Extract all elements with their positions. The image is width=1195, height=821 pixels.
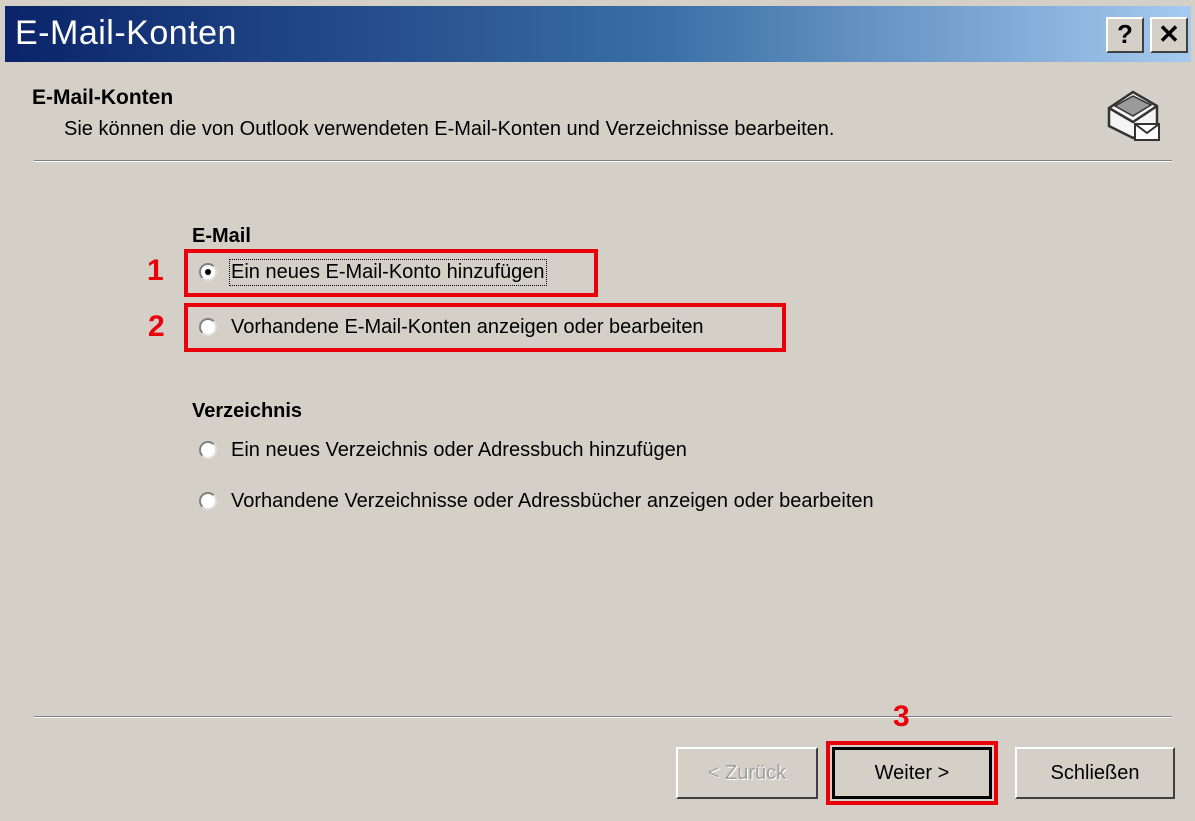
footer-separator [34,716,1172,718]
title-bar: E-Mail-Konten ? ✕ [5,6,1191,62]
radio-label: Ein neues Verzeichnis oder Adressbuch hi… [231,438,687,461]
radio-button[interactable] [199,492,217,510]
email-accounts-dialog: E-Mail-Konten ? ✕ E-Mail-Konten Sie könn… [0,0,1195,821]
email-group-label: E-Mail [192,225,251,247]
annotation-marker-3: 3 [893,700,910,733]
annotation-highlight-2 [184,303,786,352]
radio-add-directory[interactable]: Ein neues Verzeichnis oder Adressbuch hi… [199,435,687,465]
mail-envelope-icon [1107,90,1160,141]
annotation-marker-2: 2 [148,310,165,343]
header-separator [34,160,1172,162]
annotation-highlight-3 [826,741,998,805]
help-button[interactable]: ? [1106,17,1144,53]
annotation-highlight-1 [184,249,598,297]
annotation-marker-1: 1 [147,254,164,287]
radio-view-directories[interactable]: Vorhandene Verzeichnisse oder Adressbüch… [199,486,874,516]
window-title: E-Mail-Konten [15,14,237,52]
back-button[interactable]: < Zurück [676,747,818,799]
radio-button[interactable] [199,441,217,459]
directory-group-label: Verzeichnis [192,400,303,422]
close-window-button[interactable]: ✕ [1150,17,1188,53]
header-title: E-Mail-Konten [32,86,174,109]
radio-label: Vorhandene Verzeichnisse oder Adressbüch… [231,489,874,512]
close-button[interactable]: Schließen [1015,747,1175,799]
header-description: Sie können die von Outlook verwendeten E… [64,118,835,140]
